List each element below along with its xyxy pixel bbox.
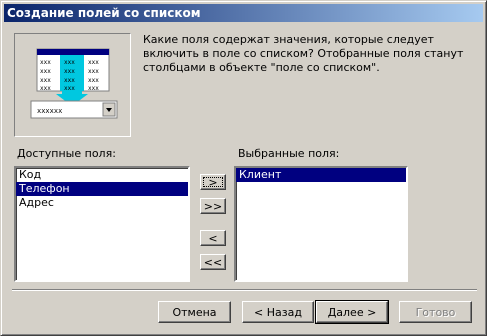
svg-text:xxx: xxx bbox=[88, 77, 99, 84]
wizard-prompt: Какие поля содержат значения, которые сл… bbox=[143, 33, 464, 74]
svg-text:xxx: xxx bbox=[64, 68, 75, 75]
add-field-button[interactable]: > bbox=[200, 174, 226, 190]
svg-text:xxx: xxx bbox=[88, 59, 99, 66]
remove-field-button[interactable]: < bbox=[200, 230, 226, 246]
svg-text:xxx: xxx bbox=[40, 68, 51, 75]
window-title: Создание полей со списком bbox=[7, 6, 201, 20]
combo-illustration-icon: xxx xxx xxx xxx xxx xxx xxx xxx xxx xxx xxx xxx … bbox=[30, 48, 118, 119]
combo-value-text: xxxxxx bbox=[37, 107, 62, 115]
list-item[interactable]: Телефон bbox=[16, 182, 188, 196]
svg-text:xxx: xxx bbox=[40, 77, 51, 84]
svg-text:xxx: xxx bbox=[40, 59, 51, 66]
title-bar[interactable]: Создание полей со списком bbox=[4, 4, 483, 22]
svg-text:xxx: xxx bbox=[64, 85, 75, 92]
back-button[interactable]: < Назад bbox=[242, 301, 314, 323]
remove-all-fields-button[interactable]: << bbox=[200, 254, 226, 270]
list-item[interactable]: Код bbox=[16, 168, 188, 182]
svg-text:xxx: xxx bbox=[88, 68, 99, 75]
svg-text:xxx: xxx bbox=[40, 85, 51, 92]
list-item[interactable]: Адрес bbox=[16, 196, 188, 210]
svg-text:xxx: xxx bbox=[88, 85, 99, 92]
wizard-illustration: xxx xxx xxx xxx xxx xxx xxx xxx xxx xxx xxx xxx … bbox=[14, 33, 131, 137]
wizard-window: Создание полей со списком xxx xxx xxx xxx x… bbox=[0, 0, 487, 336]
available-fields-list[interactable]: Код Телефон Адрес bbox=[14, 166, 190, 282]
available-fields-label: Доступные поля: bbox=[17, 147, 116, 160]
finish-button[interactable]: Готово bbox=[399, 301, 472, 323]
list-item[interactable]: Клиент bbox=[236, 168, 406, 182]
selected-fields-label: Выбранные поля: bbox=[238, 147, 340, 160]
selected-fields-list[interactable]: Клиент bbox=[234, 166, 408, 282]
cancel-button[interactable]: Отмена bbox=[158, 301, 231, 323]
svg-text:xxx: xxx bbox=[64, 77, 75, 84]
svg-text:xxx: xxx bbox=[64, 59, 75, 66]
next-button[interactable]: Далее > bbox=[315, 300, 389, 324]
add-all-fields-button[interactable]: >> bbox=[200, 198, 226, 214]
footer-separator bbox=[12, 289, 477, 291]
